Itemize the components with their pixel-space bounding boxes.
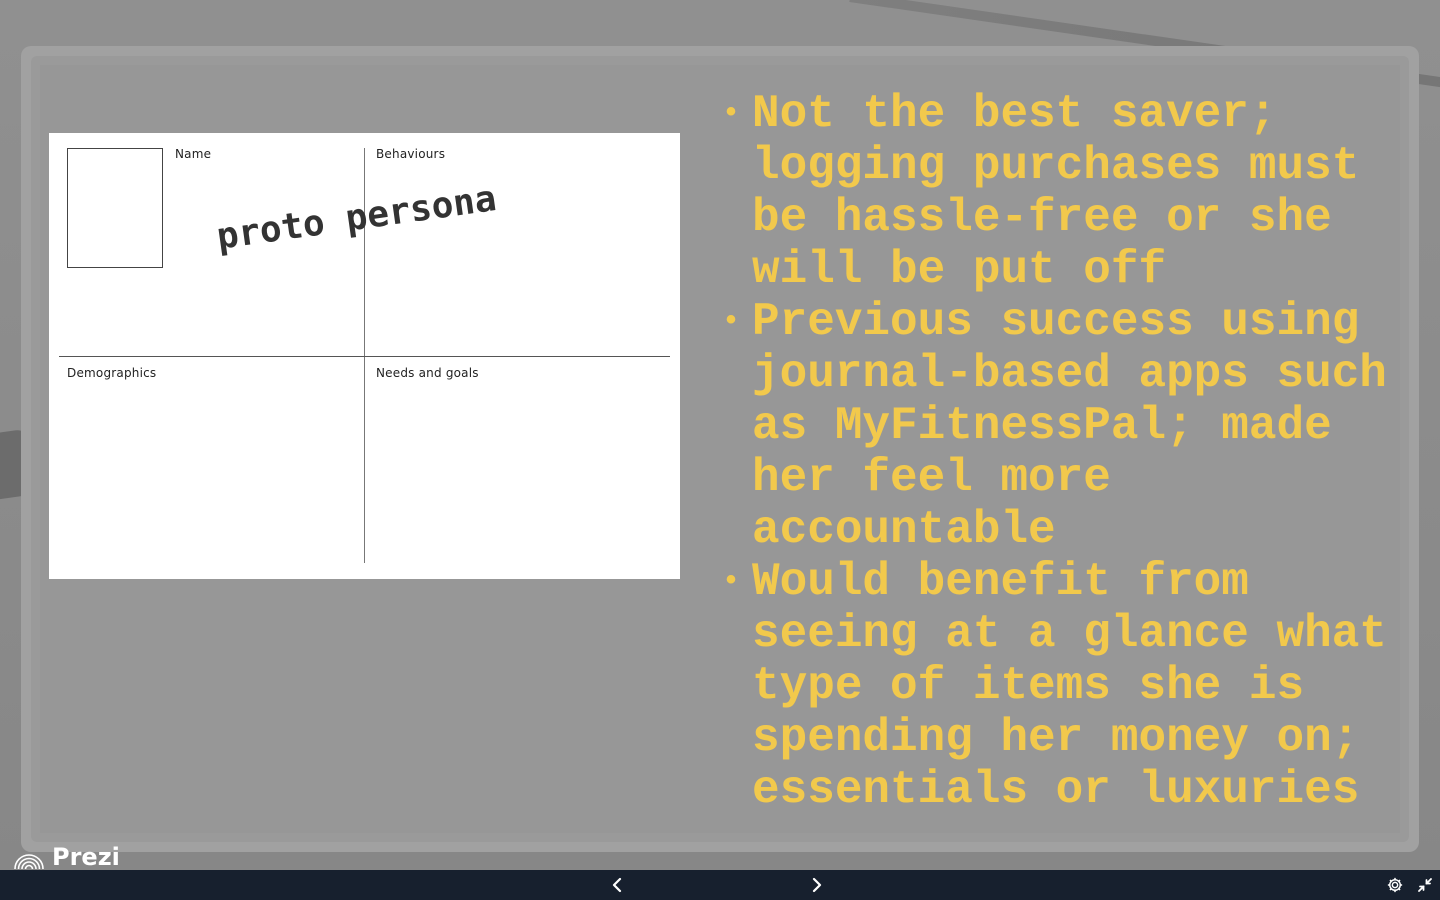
- bullet-dot-icon: •: [722, 305, 741, 339]
- bullet-text: Not the best saver; logging purchases mu…: [752, 88, 1360, 296]
- chevron-left-icon: [612, 877, 622, 893]
- persona-demographics-label: Demographics: [67, 366, 157, 380]
- bullet-dot-icon: •: [722, 565, 741, 599]
- persona-name-label: Name: [175, 147, 212, 161]
- bullet-dot-icon: •: [722, 97, 741, 131]
- bullet-item: • Previous success using journal-based a…: [718, 296, 1418, 556]
- persona-bullet-list: • Not the best saver; logging purchases …: [718, 88, 1418, 816]
- brand-name: Prezi: [52, 843, 120, 871]
- prezi-logo-icon: [14, 854, 44, 870]
- persona-needs-label: Needs and goals: [376, 366, 479, 380]
- persona-behaviours-label: Behaviours: [376, 147, 446, 161]
- exit-fullscreen-button[interactable]: [1405, 870, 1440, 900]
- gear-icon: [1387, 877, 1403, 893]
- presentation-footer: [0, 870, 1440, 900]
- prezi-brand[interactable]: Prezi: [12, 842, 120, 872]
- bullet-item: • Would benefit from seeing at a glance …: [718, 556, 1418, 816]
- persona-card: Name Behaviours Demographics Needs and g…: [49, 133, 680, 579]
- proto-persona-overlay: proto persona: [214, 177, 499, 258]
- next-slide-button[interactable]: [797, 870, 837, 900]
- persona-photo-placeholder: [67, 148, 163, 268]
- exit-fullscreen-icon: [1418, 878, 1432, 892]
- bullet-item: • Not the best saver; logging purchases …: [718, 88, 1418, 296]
- bullet-text: Previous success using journal-based app…: [752, 296, 1387, 556]
- previous-slide-button[interactable]: [597, 870, 637, 900]
- bullet-text: Would benefit from seeing at a glance wh…: [752, 556, 1387, 816]
- chevron-right-icon: [812, 877, 822, 893]
- presentation-stage: Name Behaviours Demographics Needs and g…: [0, 0, 1440, 870]
- card-horizontal-divider: [59, 356, 670, 357]
